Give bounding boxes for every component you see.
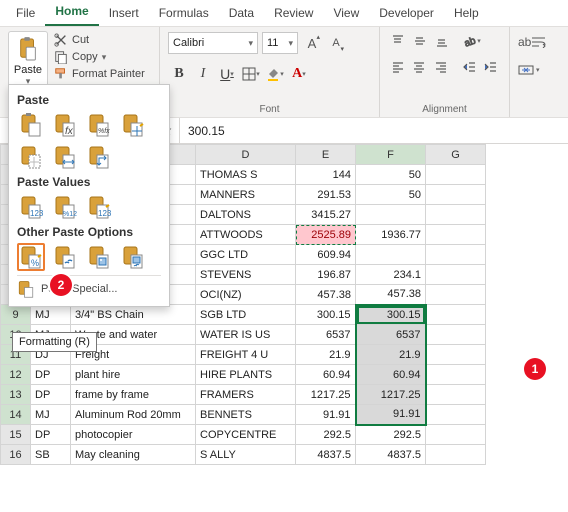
svg-text:%123: %123	[63, 211, 77, 218]
table-row[interactable]: 15DPphotocopierCOPYCENTRE292.5292.5	[1, 425, 486, 445]
menu-data[interactable]: Data	[219, 2, 264, 26]
scissors-icon	[54, 33, 68, 47]
borders-button[interactable]: ▾	[240, 63, 262, 85]
increase-font-button[interactable]: A▴	[302, 32, 322, 54]
font-name-value: Calibri	[173, 37, 204, 49]
clipboard-paste-icon	[17, 36, 39, 62]
paste-values-option[interactable]: 123	[17, 193, 45, 221]
underline-button[interactable]: U▾	[216, 63, 238, 85]
cut-label: Cut	[72, 34, 89, 46]
paste-special-option[interactable]: Paste Special...	[17, 275, 161, 298]
paste-linked-picture-option[interactable]	[119, 243, 147, 271]
font-size-value: 11	[267, 37, 278, 49]
annotation-2: 2	[50, 274, 72, 296]
format-painter-button[interactable]: Format Painter	[54, 67, 145, 81]
paste-link-option[interactable]	[51, 243, 79, 271]
merge-icon	[518, 63, 534, 77]
table-row[interactable]: 16SBMay cleaningS ALLY4837.54837.5	[1, 445, 486, 465]
orientation-button[interactable]: ab▾	[462, 31, 482, 51]
align-center-button[interactable]	[409, 57, 428, 77]
paste-values-srcfmt-option[interactable]: 123	[85, 193, 113, 221]
chevron-down-icon: ▾	[102, 52, 107, 63]
group-label-alignment: Alignment	[380, 104, 509, 115]
menu-formulas[interactable]: Formulas	[149, 2, 219, 26]
bold-button[interactable]: B	[168, 63, 190, 85]
wrap-text-button[interactable]: ab	[518, 31, 560, 53]
svg-text:%fx: %fx	[98, 128, 110, 135]
paintbrush-icon	[54, 67, 68, 81]
copy-button[interactable]: Copy ▾	[54, 50, 145, 64]
panel-title-other: Other Paste Options	[17, 225, 161, 239]
group-label-font: Font	[160, 104, 379, 115]
font-name-select[interactable]: Calibri ▾	[168, 32, 258, 54]
svg-text:ab: ab	[463, 35, 477, 48]
cut-button[interactable]: Cut	[54, 33, 145, 47]
merge-button[interactable]: ▾	[518, 59, 560, 81]
table-row[interactable]: 9MJ3/4" BS ChainSGB LTD300.15300.15	[1, 305, 486, 325]
fill-color-button[interactable]: ▾	[264, 63, 286, 85]
paste-transpose-option[interactable]	[85, 143, 113, 171]
align-top-button[interactable]	[388, 31, 408, 51]
paste-formatting-option[interactable]: %	[17, 243, 45, 271]
formula-input[interactable]: 300.15	[180, 124, 568, 138]
paste-keep-source-option[interactable]	[119, 111, 147, 139]
paste-label: Paste	[14, 64, 42, 76]
svg-text:123: 123	[30, 209, 43, 218]
tooltip-formatting: Formatting (R)	[12, 332, 97, 352]
bucket-icon	[266, 67, 280, 81]
align-left-button[interactable]	[388, 57, 407, 77]
border-icon	[242, 67, 256, 81]
italic-button[interactable]: I	[192, 63, 214, 85]
paste-picture-option[interactable]	[85, 243, 113, 271]
panel-title-values: Paste Values	[17, 175, 161, 189]
decrease-font-button[interactable]: A▾	[326, 32, 346, 54]
ribbon-group-extra: ab ▾	[510, 27, 568, 117]
ribbon-group-alignment: ab▾ Alignment	[380, 27, 510, 117]
menu-developer[interactable]: Developer	[369, 2, 444, 26]
table-row[interactable]: 12DPplant hireHIRE PLANTS60.9460.94	[1, 365, 486, 385]
paste-no-borders-option[interactable]	[17, 143, 45, 171]
paste-all-option[interactable]	[17, 111, 45, 139]
increase-indent-button[interactable]	[482, 57, 501, 77]
svg-text:%: %	[31, 258, 39, 268]
paste-special-icon	[17, 280, 35, 298]
align-middle-button[interactable]	[410, 31, 430, 51]
paste-col-widths-option[interactable]	[51, 143, 79, 171]
paste-formulas-numfmt-option[interactable]: %fx	[85, 111, 113, 139]
menu-insert[interactable]: Insert	[99, 2, 149, 26]
svg-text:123: 123	[98, 209, 111, 218]
menu-review[interactable]: Review	[264, 2, 323, 26]
ribbon-group-font: Calibri ▾ 11 ▾ A▴ A▾ B I U▾ ▾ ▾ A▾ Font	[160, 27, 380, 117]
table-row[interactable]: 14MJAluminum Rod 20mmBENNETS91.9191.91	[1, 405, 486, 425]
copy-label: Copy	[72, 51, 98, 63]
font-size-select[interactable]: 11 ▾	[262, 32, 298, 54]
menubar: File Home Insert Formulas Data Review Vi…	[0, 0, 568, 26]
paste-options-panel: Paste fx %fx Paste Values 123 %123 123 O…	[8, 84, 170, 307]
menu-file[interactable]: File	[6, 2, 45, 26]
format-painter-label: Format Painter	[72, 68, 145, 80]
chevron-down-icon: ▾	[288, 38, 293, 49]
font-color-button[interactable]: A▾	[288, 63, 310, 85]
menu-help[interactable]: Help	[444, 2, 489, 26]
copy-icon	[54, 50, 68, 64]
chevron-down-icon: ▾	[536, 66, 540, 74]
annotation-1: 1	[524, 358, 546, 380]
menu-home[interactable]: Home	[45, 0, 98, 26]
paste-values-numfmt-option[interactable]: %123	[51, 193, 79, 221]
svg-text:fx: fx	[65, 126, 74, 137]
panel-title-paste: Paste	[17, 93, 161, 107]
align-right-button[interactable]	[431, 57, 450, 77]
wrap-icon	[531, 36, 547, 48]
menu-view[interactable]: View	[323, 2, 369, 26]
decrease-indent-button[interactable]	[460, 57, 479, 77]
align-bottom-button[interactable]	[432, 31, 452, 51]
paste-formulas-option[interactable]: fx	[51, 111, 79, 139]
chevron-down-icon: ▾	[248, 38, 253, 49]
table-row[interactable]: 13DPframe by frameFRAMERS1217.251217.25	[1, 385, 486, 405]
